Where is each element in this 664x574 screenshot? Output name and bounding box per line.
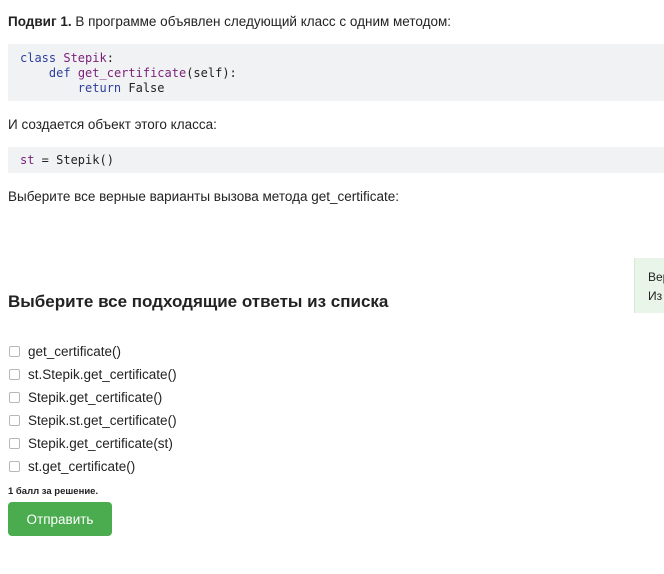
checkbox[interactable] [9,438,20,449]
object-description: И создается объект этого класса: [8,117,217,132]
code-line-3: return False [77,81,165,95]
checkbox[interactable] [9,461,20,472]
answers-heading: Выберите все подходящие ответы из списка [8,292,389,311]
answer-option[interactable]: get_certificate() [8,340,177,363]
answer-option[interactable]: Stepik.st.get_certificate() [8,409,177,432]
answer-option[interactable]: Stepik.get_certificate(st) [8,432,177,455]
checkbox[interactable] [9,415,20,426]
answer-option-label: get_certificate() [28,344,122,359]
code-block-class: class Stepik: def get_certificate(self):… [8,44,664,101]
submit-button[interactable]: Отправить [8,502,112,536]
code-line-1: class Stepik: [20,51,114,65]
task-text: В программе объявлен следующий класс с о… [75,14,452,29]
answer-option-label: st.get_certificate() [28,459,136,474]
code-line-2: def get_certificate(self): [48,66,237,80]
answer-option-label: st.Stepik.get_certificate() [28,367,177,382]
task-title: Подвиг 1. [8,14,72,29]
answer-option[interactable]: st.get_certificate() [8,455,177,478]
checkbox[interactable] [9,392,20,403]
score-info: 1 балл за решение. [8,486,99,497]
answer-option[interactable]: Stepik.get_certificate() [8,386,177,409]
answer-options-list: get_certificate() st.Stepik.get_certific… [8,340,177,478]
side-hint-panel: Вер Из [634,258,664,313]
checkbox[interactable] [9,369,20,380]
answer-option[interactable]: st.Stepik.get_certificate() [8,363,177,386]
answer-option-label: Stepik.get_certificate() [28,390,163,405]
checkbox[interactable] [9,346,20,357]
answer-option-label: Stepik.get_certificate(st) [28,436,173,451]
side-hint-line-1: Вер [648,270,664,284]
answer-option-label: Stepik.st.get_certificate() [28,413,177,428]
code-block-object: st = Stepik() [8,147,664,173]
question-prompt: Выберите все верные варианты вызова мето… [8,189,400,204]
task-description: Подвиг 1. В программе объявлен следующий… [8,13,451,31]
side-hint-line-2: Из [648,289,663,303]
